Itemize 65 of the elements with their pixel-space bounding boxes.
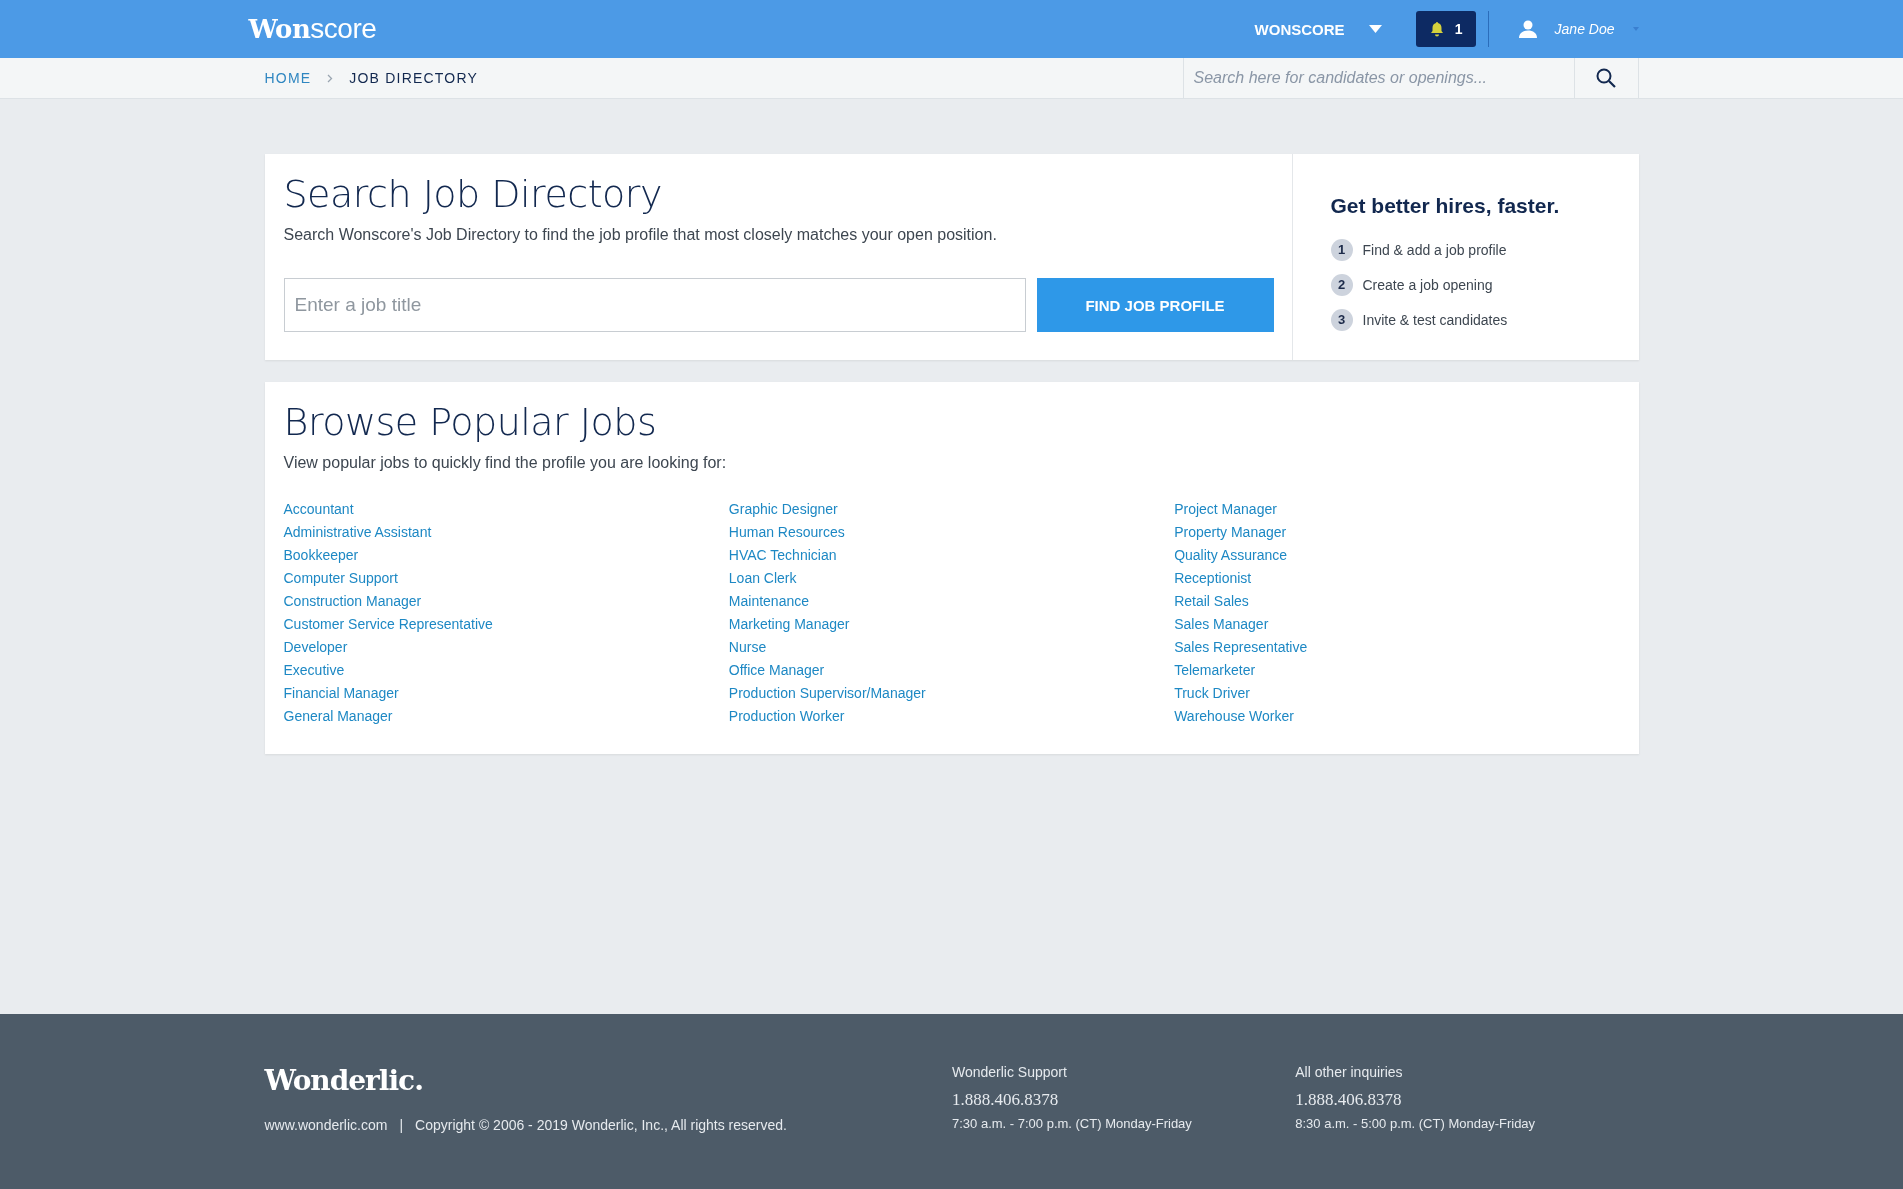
job-link[interactable]: Warehouse Worker (1174, 705, 1294, 728)
user-icon (1518, 20, 1537, 38)
job-link[interactable]: Quality Assurance (1174, 544, 1287, 567)
job-link[interactable]: Receptionist (1174, 567, 1252, 590)
job-link[interactable]: Bookkeeper (283, 544, 359, 567)
user-menu-button[interactable]: Jane Doe (1518, 20, 1639, 38)
contact-hours: 7:30 a.m. - 7:00 p.m. (CT) Monday-Friday (952, 1116, 1193, 1131)
job-link[interactable]: Property Manager (1174, 521, 1287, 544)
website-link[interactable]: www.wonderlic.com (264, 1117, 388, 1133)
step-text: Find & add a job profile (1362, 241, 1507, 258)
job-link[interactable]: Marketing Manager (728, 613, 850, 636)
notifications-button[interactable]: 1 (1415, 11, 1476, 47)
job-link[interactable]: Nurse (728, 636, 767, 659)
job-link[interactable]: Truck Driver (1174, 682, 1250, 705)
contact-phone: 1.888.406.8378 (1295, 1090, 1403, 1110)
card-title: Search Job Directory (283, 172, 663, 216)
job-link[interactable]: Project Manager (1174, 498, 1277, 521)
job-link[interactable]: Telemarketer (1174, 659, 1256, 682)
chevron-icon (327, 73, 334, 83)
tips-title: Get better hires, faster. (1330, 194, 1561, 218)
job-link[interactable]: Retail Sales (1174, 590, 1249, 613)
search-icon (1596, 68, 1616, 88)
job-link[interactable]: Construction Manager (283, 590, 422, 613)
breadcrumb-link[interactable]: HOME (264, 70, 312, 86)
job-link[interactable]: Loan Clerk (728, 567, 797, 590)
wonscore-logo[interactable]: Wonscore (248, 13, 377, 45)
job-link[interactable]: Administrative Assistant (283, 521, 432, 544)
job-link[interactable]: HVAC Technician (728, 544, 837, 567)
card-description: Search Wonscore's Job Directory to find the job profile that most closely matches your open position. (283, 226, 998, 244)
job-link[interactable]: Accountant (283, 498, 354, 521)
job-link[interactable]: Production Worker (728, 705, 845, 728)
job-link[interactable]: Human Resources (728, 521, 845, 544)
find-job-profile-button[interactable]: FIND JOB PROFILE (1036, 278, 1274, 332)
step-number: 3 (1330, 308, 1353, 331)
step-number: 1 (1330, 238, 1353, 261)
card-title: Browse Popular Jobs (283, 400, 658, 444)
card-description: View popular jobs to quickly find the profile you are looking for: (283, 454, 728, 472)
job-title-field[interactable]: Enter a job title (283, 278, 1026, 332)
job-link[interactable]: Office Manager (728, 659, 825, 682)
job-link[interactable]: Graphic Designer (728, 498, 838, 521)
job-link[interactable]: Financial Manager (283, 682, 399, 705)
caret-icon (1368, 25, 1382, 33)
step-text: Create a job opening (1362, 276, 1493, 293)
job-link[interactable]: Sales Representative (1174, 636, 1308, 659)
copyright-text: Copyright © 2006 - 2019 Wonderlic, Inc., All rights reserved. (415, 1117, 787, 1133)
wonderlic-logo: Wonderlic. (264, 1064, 424, 1097)
contact-phone: 1.888.406.8378 (952, 1090, 1060, 1110)
bell-icon (1428, 21, 1445, 37)
account-menu-button[interactable]: WONSCORE (1248, 19, 1388, 39)
contact-title: Wonderlic Support (952, 1064, 1068, 1080)
job-link[interactable]: Developer (283, 636, 348, 659)
job-link[interactable]: Executive (283, 659, 345, 682)
breadcrumb-link[interactable]: JOB DIRECTORY (349, 70, 478, 86)
step-text: Invite & test candidates (1362, 311, 1508, 328)
job-link[interactable]: General Manager (283, 705, 393, 728)
job-link[interactable]: Maintenance (728, 590, 809, 613)
step-number: 2 (1330, 273, 1353, 296)
separator: | (399, 1117, 404, 1133)
job-link[interactable]: Computer Support (283, 567, 398, 590)
global-search-field[interactable]: Search here for candidates or openings... (1183, 58, 1574, 98)
job-link[interactable]: Production Supervisor/Manager (728, 682, 926, 705)
contact-hours: 8:30 a.m. - 5:00 p.m. (CT) Monday-Friday (1295, 1116, 1537, 1131)
job-link[interactable]: Sales Manager (1174, 613, 1269, 636)
job-link[interactable]: Customer Service Representative (283, 613, 493, 636)
contact-title: All other inquiries (1295, 1064, 1404, 1080)
